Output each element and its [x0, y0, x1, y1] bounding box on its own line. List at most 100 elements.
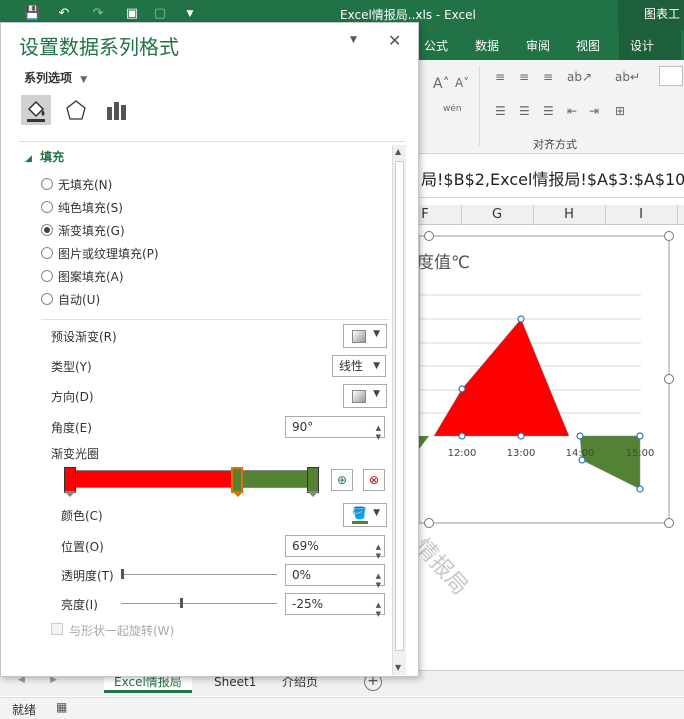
radio-button[interactable]	[41, 293, 53, 305]
spin-down-icon[interactable]: ▼	[376, 546, 381, 566]
data-point-handle[interactable]	[517, 315, 525, 323]
radio-button[interactable]	[41, 270, 53, 282]
data-point-handle[interactable]	[636, 432, 644, 440]
radio-button[interactable]	[41, 247, 53, 259]
wrap-text-icon[interactable]: ab↵	[615, 70, 640, 84]
radio-button[interactable]	[41, 201, 53, 213]
indent-increase-icon[interactable]: ⇥	[589, 104, 599, 118]
direction-dropdown[interactable]: ▼	[343, 384, 387, 408]
paint-bucket-icon	[27, 100, 45, 122]
brightness-slider[interactable]	[121, 603, 277, 604]
tab-data[interactable]: 数据	[475, 37, 499, 54]
series-options-category-button[interactable]	[101, 95, 131, 125]
formula-bar[interactable]: 局!$B$2,Excel情报局!$A$3:$A$10,	[419, 162, 684, 198]
merge-cells-icon[interactable]: ⊞	[615, 104, 625, 118]
brightness-spinner[interactable]: -25% ▲ ▼	[285, 593, 385, 618]
data-point-handle[interactable]	[578, 456, 586, 464]
scroll-down-icon[interactable]: ▼	[395, 663, 401, 672]
tab-formulas[interactable]: 公式	[424, 37, 448, 54]
column-header-h[interactable]: H	[533, 207, 605, 222]
data-point-handle[interactable]	[576, 432, 584, 440]
angle-spinner[interactable]: 90° ▲ ▼	[285, 416, 385, 441]
add-gradient-stop-button[interactable]: ⊕	[331, 469, 353, 491]
font-grow-icon[interactable]: A˄	[433, 76, 450, 92]
transparency-slider-thumb[interactable]	[121, 569, 124, 579]
chevron-down-icon: ▼	[373, 389, 380, 399]
font-shrink-icon[interactable]: A˅	[455, 76, 469, 90]
gradient-stop-pointer	[307, 491, 319, 497]
align-middle-icon[interactable]: ≡	[519, 70, 529, 84]
worksheet-grid[interactable]: 12:00 13:00 14:00 15:00 度值℃ 情报局	[419, 225, 684, 670]
fill-section-header[interactable]: ◢ 填充	[25, 148, 64, 165]
brightness-slider-thumb[interactable]	[179, 598, 183, 608]
color-picker-button[interactable]: 🪣 ▼	[343, 503, 387, 527]
tab-view[interactable]: 视图	[576, 37, 600, 54]
remove-gradient-stop-button[interactable]: ⊗	[363, 469, 385, 491]
save-icon[interactable]: 💾	[24, 6, 40, 22]
redo-icon[interactable]: ↷	[90, 6, 106, 22]
radio-button-selected[interactable]	[41, 224, 53, 236]
preset-gradient-dropdown[interactable]: ▼	[343, 324, 387, 348]
align-top-icon[interactable]: ≡	[495, 70, 505, 84]
phonetic-icon[interactable]: wén	[443, 104, 462, 114]
position-value: 69%	[292, 539, 319, 553]
orientation-icon[interactable]: ab↗	[567, 70, 592, 84]
fill-line-category-button[interactable]	[21, 95, 51, 125]
data-point-handle[interactable]	[636, 485, 644, 493]
status-ready: 就绪	[12, 703, 37, 717]
gradient-stop-pointer	[64, 491, 76, 497]
align-center-icon[interactable]: ☰	[519, 104, 530, 118]
close-icon[interactable]: ✕	[388, 31, 401, 50]
tab-review[interactable]: 审阅	[526, 37, 550, 54]
scrollbar-thumb[interactable]	[395, 161, 404, 651]
resize-handle[interactable]	[664, 231, 674, 241]
align-right-icon[interactable]: ☰	[543, 104, 554, 118]
data-point-handle[interactable]	[458, 385, 466, 393]
chart-area[interactable]: 12:00 13:00 14:00 15:00 度值℃ 情报局	[419, 225, 684, 670]
resize-handle[interactable]	[424, 231, 434, 241]
new-icon[interactable]: ▢	[152, 6, 168, 22]
print-preview-icon[interactable]: ▣	[124, 6, 140, 22]
transparency-value: 0%	[292, 568, 312, 582]
column-header-g[interactable]: G	[461, 207, 533, 222]
tab-design[interactable]: 设计	[630, 37, 654, 54]
chart-title[interactable]: 度值℃	[419, 253, 470, 273]
macro-record-icon[interactable]: ▦	[56, 700, 67, 714]
transparency-spinner[interactable]: 0% ▲ ▼	[285, 564, 385, 589]
resize-handle[interactable]	[664, 374, 674, 384]
radio-label: 纯色填充(S)	[58, 201, 123, 215]
data-point-handle[interactable]	[517, 432, 525, 440]
series-options-dropdown[interactable]: 系列选项 ▼	[24, 69, 87, 86]
type-select[interactable]: 线性 ▼	[332, 355, 386, 377]
scroll-up-icon[interactable]: ▲	[395, 147, 401, 156]
effects-category-button[interactable]	[61, 95, 91, 125]
spin-down-icon[interactable]: ▼	[376, 604, 381, 624]
number-format-box[interactable]	[659, 66, 683, 86]
indent-decrease-icon[interactable]: ⇤	[567, 104, 577, 118]
gradient-stop-handle-selected[interactable]	[231, 467, 243, 493]
position-spinner[interactable]: 69% ▲ ▼	[285, 535, 385, 560]
rotate-with-shape-checkbox[interactable]	[51, 623, 63, 635]
column-header-i[interactable]: I	[605, 207, 677, 222]
spin-down-icon[interactable]: ▼	[376, 575, 381, 595]
gradient-stop-handle[interactable]	[64, 467, 76, 493]
resize-handle[interactable]	[424, 518, 434, 528]
gradient-stop-handle[interactable]	[307, 467, 319, 493]
undo-icon[interactable]: ↶	[56, 6, 72, 22]
spin-down-icon[interactable]: ▼	[376, 427, 381, 447]
resize-handle[interactable]	[664, 518, 674, 528]
data-point-handle[interactable]	[458, 432, 466, 440]
radio-button[interactable]	[41, 178, 53, 190]
gradient-stop-pointer	[232, 491, 244, 497]
align-left-icon[interactable]: ☰	[495, 104, 506, 118]
pane-options-dropdown-icon[interactable]: ▼	[350, 35, 357, 45]
gradient-stops-bar[interactable]	[67, 470, 317, 488]
section-divider	[19, 141, 405, 142]
transparency-label: 透明度(T)	[61, 569, 114, 583]
customize-quick-access-icon[interactable]: ▼	[182, 6, 198, 22]
radio-label: 渐变填充(G)	[58, 224, 125, 238]
align-bottom-icon[interactable]: ≡	[543, 70, 553, 84]
transparency-slider[interactable]	[121, 574, 277, 575]
color-label: 颜色(C)	[61, 509, 103, 523]
pane-scrollbar[interactable]: ▲ ▼	[392, 145, 406, 675]
